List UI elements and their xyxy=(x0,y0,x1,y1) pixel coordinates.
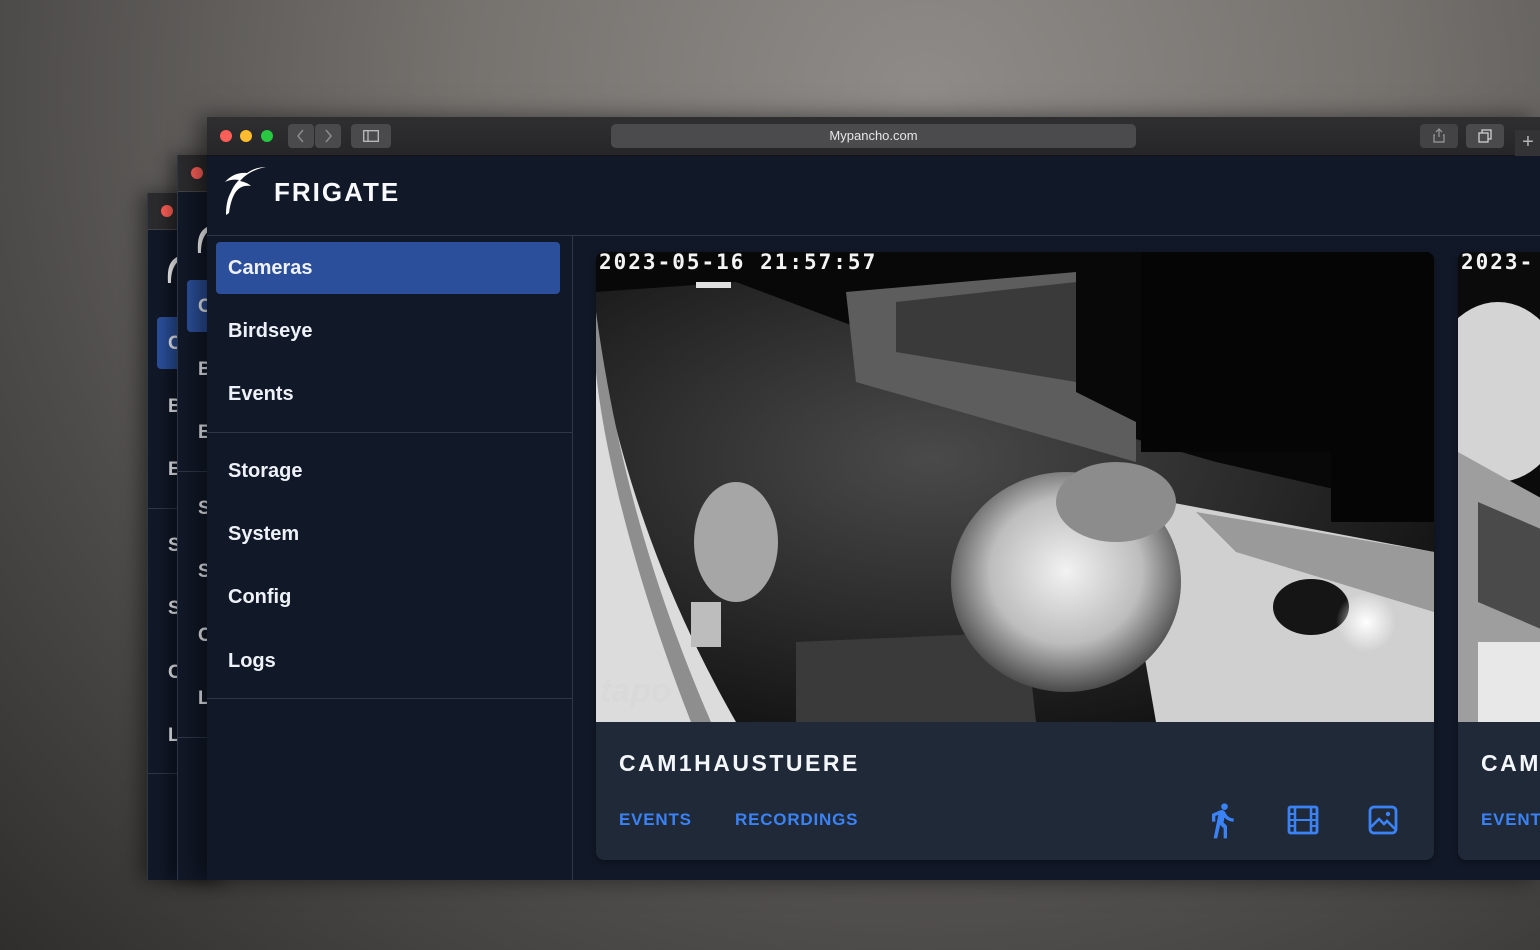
sidebar-item-logs[interactable]: Logs xyxy=(216,635,560,687)
camera-snapshot[interactable]: 2023-05-16 21:57:57 tapo xyxy=(596,252,1434,722)
night-vision-feed-image xyxy=(596,252,1434,722)
sidebar-item-events[interactable]: Events xyxy=(216,368,560,420)
browser-window: Mypancho.com + FRIGATE Cameras Birdseye … xyxy=(207,117,1540,880)
night-vision-feed-image xyxy=(1458,252,1540,722)
chevron-left-icon xyxy=(296,129,304,143)
forward-button[interactable] xyxy=(315,124,341,148)
zoom-button[interactable] xyxy=(261,130,273,142)
browser-toolbar: Mypancho.com + xyxy=(207,117,1540,156)
close-button[interactable] xyxy=(161,205,173,217)
camera-timestamp: 2023- xyxy=(1461,252,1535,274)
frigate-bird-icon xyxy=(225,167,266,215)
close-button[interactable] xyxy=(191,167,203,179)
new-tab-button[interactable]: + xyxy=(1515,130,1540,156)
sidebar-divider xyxy=(207,698,572,699)
motion-person-icon xyxy=(1212,803,1234,839)
sidebar-item-cameras[interactable]: Cameras xyxy=(216,242,560,294)
camera-name[interactable]: CAM xyxy=(1481,750,1540,777)
camera-card: 2023-05-16 21:57:57 tapo CAM1HAUSTUERE E… xyxy=(596,252,1434,860)
sidebar-icon xyxy=(363,130,379,142)
sidebar-item-storage[interactable]: Storage xyxy=(216,445,560,497)
nav-divider xyxy=(178,471,208,472)
nav-divider xyxy=(178,737,208,738)
share-icon xyxy=(1433,128,1445,143)
sidebar-toggle-button[interactable] xyxy=(351,124,391,148)
camera-name[interactable]: CAM1HAUSTUERE xyxy=(619,750,860,777)
close-button[interactable] xyxy=(220,130,232,142)
back-button[interactable] xyxy=(288,124,314,148)
chevron-right-icon xyxy=(325,129,333,143)
events-link[interactable]: EVENT xyxy=(1481,810,1540,830)
motion-toggle-button[interactable] xyxy=(1202,800,1242,840)
tabs-overview-icon xyxy=(1478,129,1492,143)
events-link[interactable]: EVENTS xyxy=(619,810,692,830)
minimize-button[interactable] xyxy=(240,130,252,142)
sidebar-item-birdseye[interactable]: Birdseye xyxy=(216,305,560,357)
camera-timestamp: 2023-05-16 21:57:57 xyxy=(599,252,878,274)
camera-snapshot[interactable]: 2023- xyxy=(1458,252,1540,722)
camera-card: 2023- CAM EVENT xyxy=(1458,252,1540,860)
recordings-toggle-button[interactable] xyxy=(1283,800,1323,840)
sidebar: Cameras Birdseye Events Storage System C… xyxy=(207,236,573,880)
share-button[interactable] xyxy=(1420,124,1458,148)
tabs-overview-button[interactable] xyxy=(1466,124,1504,148)
sidebar-item-system[interactable]: System xyxy=(216,508,560,560)
recordings-link[interactable]: RECORDINGS xyxy=(735,810,858,830)
sidebar-item-config[interactable]: Config xyxy=(216,571,560,623)
address-bar[interactable]: Mypancho.com xyxy=(611,124,1136,148)
snapshots-toggle-button[interactable] xyxy=(1363,800,1403,840)
image-icon xyxy=(1368,805,1398,835)
app-header: FRIGATE xyxy=(207,155,1540,236)
camera-grid: 2023-05-16 21:57:57 tapo CAM1HAUSTUERE E… xyxy=(573,236,1540,880)
sidebar-divider xyxy=(207,432,572,433)
app-title: FRIGATE xyxy=(274,177,401,207)
camera-watermark: tapo xyxy=(600,672,672,710)
film-icon xyxy=(1287,805,1319,835)
